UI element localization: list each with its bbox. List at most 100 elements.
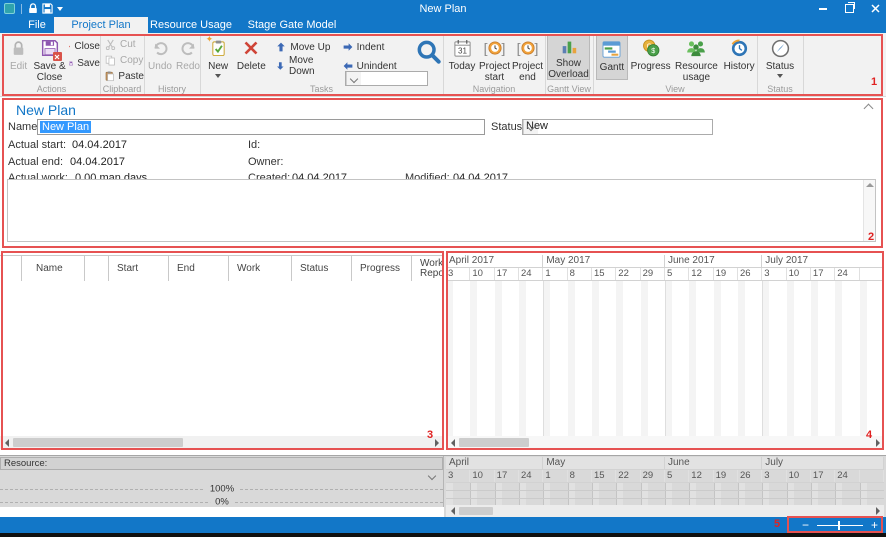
timeline-week-label: 22 (616, 470, 640, 482)
close-button[interactable]: Close (67, 39, 100, 53)
tab-stage-gate-model[interactable]: Stage Gate Model (234, 17, 350, 33)
task-column-header-name[interactable]: Name (22, 256, 85, 282)
weekend-stripe (738, 281, 745, 436)
weekend-stripe (519, 281, 526, 436)
today-button[interactable]: 31 Today (446, 34, 478, 83)
task-grid-body[interactable] (0, 281, 442, 436)
resource-usage-button[interactable]: Resource usage (674, 34, 720, 83)
gantt-view-button[interactable]: Gantt (596, 34, 628, 80)
timeline-month: June 20175121926 (665, 255, 762, 281)
page-title: New Plan (16, 102, 76, 118)
minimize-button[interactable] (816, 2, 830, 16)
undo-icon (152, 37, 169, 59)
close-window-button[interactable] (868, 2, 882, 16)
task-column-header-work-reported[interactable]: Work Reported (412, 256, 443, 282)
delete-task-button[interactable]: Delete (236, 34, 266, 78)
grid-vline (714, 483, 715, 506)
timeline-week-label: 17 (811, 470, 835, 482)
save-button[interactable]: Save (67, 56, 100, 70)
resource-dropdown-icon[interactable] (428, 472, 436, 480)
new-task-button[interactable]: ✦ New (204, 34, 232, 78)
task-column-header-blank[interactable] (85, 256, 109, 282)
gantt-canvas[interactable] (446, 281, 884, 436)
scrollbar-thumb[interactable] (459, 438, 529, 447)
zoom-in-button[interactable]: + (871, 520, 878, 530)
project-end-button[interactable]: [ ] Project end (511, 34, 544, 83)
timeline-week-label: 5 (665, 268, 689, 280)
paste-button[interactable]: Paste (103, 69, 144, 83)
scroll-left-button[interactable] (446, 505, 459, 518)
cut-button[interactable]: Cut (103, 37, 144, 51)
zoom-slider-track[interactable] (817, 525, 863, 526)
ribbon-group-actions: Edit Save & Close Close (3, 34, 101, 94)
resource-panel: Resource: 100% 0% April3101724May1815222… (0, 455, 886, 517)
textarea-scrollbar[interactable] (863, 180, 875, 241)
weekend-stripe (519, 483, 526, 506)
scroll-left-icon (451, 439, 455, 447)
scroll-right-icon (435, 439, 439, 447)
scrollbar-thumb[interactable] (13, 438, 183, 447)
task-column-header-blank[interactable] (0, 256, 22, 282)
save-and-close-button[interactable]: Save & Close (32, 34, 67, 83)
restore-icon (845, 4, 854, 13)
scroll-left-button[interactable] (446, 436, 459, 449)
bar-chart-icon (560, 38, 578, 56)
scroll-right-button[interactable] (871, 505, 884, 518)
new-dropdown-icon (215, 74, 221, 78)
copy-icon (105, 55, 116, 66)
timeline-week-label: 10 (470, 470, 494, 482)
task-column-header-start[interactable]: Start (109, 256, 169, 282)
task-column-header-status[interactable]: Status (292, 256, 352, 282)
scroll-right-icon (876, 507, 880, 515)
redo-button[interactable]: Redo (176, 34, 200, 72)
resource-usage-grid[interactable] (446, 483, 884, 506)
zoom-slider-thumb[interactable] (838, 521, 841, 530)
weekend-stripe (811, 483, 818, 506)
copy-button[interactable]: Copy (103, 53, 144, 67)
scroll-right-button[interactable] (871, 436, 884, 449)
show-overload-button[interactable]: Show Overload (547, 34, 590, 80)
task-column-header-end[interactable]: End (169, 256, 229, 282)
timeline-week-label: 24 (835, 470, 859, 482)
indent-button[interactable]: Indent (341, 40, 399, 54)
tab-project-plan[interactable]: Project Plan (54, 17, 148, 33)
task-column-header-work[interactable]: Work (229, 256, 292, 282)
grid-vline (519, 483, 520, 506)
restore-button[interactable] (842, 2, 856, 16)
timeline-month-label: April (446, 457, 543, 470)
scroll-left-icon (451, 507, 455, 515)
timeline-week-label: 26 (738, 268, 762, 280)
edit-lock-icon (10, 37, 27, 59)
scroll-left-button[interactable] (0, 436, 13, 449)
undo-button[interactable]: Undo (148, 34, 172, 72)
id-label: Id: (248, 139, 260, 151)
resource-timeline-header: April3101724May18152229June5121926July31… (446, 457, 884, 483)
move-up-button[interactable]: Move Up (274, 40, 334, 54)
zoom-out-button[interactable]: − (802, 520, 809, 530)
tab-resource-usage[interactable]: Resource Usage (138, 17, 244, 33)
move-down-button[interactable]: Move Down (274, 59, 334, 73)
status-button[interactable]: Status (762, 34, 798, 78)
timeline-month: June5121926 (665, 457, 762, 483)
gantt-hscrollbar[interactable] (446, 436, 884, 449)
history-view-button[interactable]: History (721, 34, 757, 83)
grid-hline (446, 498, 884, 499)
status-dropdown[interactable]: New (522, 119, 713, 135)
resource-hscrollbar[interactable] (446, 505, 884, 517)
progress-button[interactable]: C$ Progress (630, 34, 672, 83)
timeline-week-label: 1 (543, 470, 567, 482)
task-column-header-progress[interactable]: Progress (352, 256, 412, 282)
scrollbar-thumb[interactable] (459, 507, 493, 515)
actual-end-value: 04.04.2017 (70, 156, 125, 168)
task-grid-header: Name StartEndWorkStatusProgressWork Repor… (0, 255, 443, 283)
name-input[interactable]: New Plan (37, 119, 485, 135)
project-start-button[interactable]: [ ] Project start (478, 34, 511, 83)
timeline-month-label: May (543, 457, 665, 470)
scroll-right-button[interactable] (430, 436, 443, 449)
edit-button[interactable]: Edit (5, 34, 32, 83)
description-textarea[interactable] (7, 179, 876, 242)
actual-start-value: 04.04.2017 (72, 139, 127, 151)
collapse-panel-icon[interactable] (864, 104, 874, 114)
task-grid-hscrollbar[interactable] (0, 436, 443, 449)
timeline-month: April3101724 (446, 457, 543, 483)
